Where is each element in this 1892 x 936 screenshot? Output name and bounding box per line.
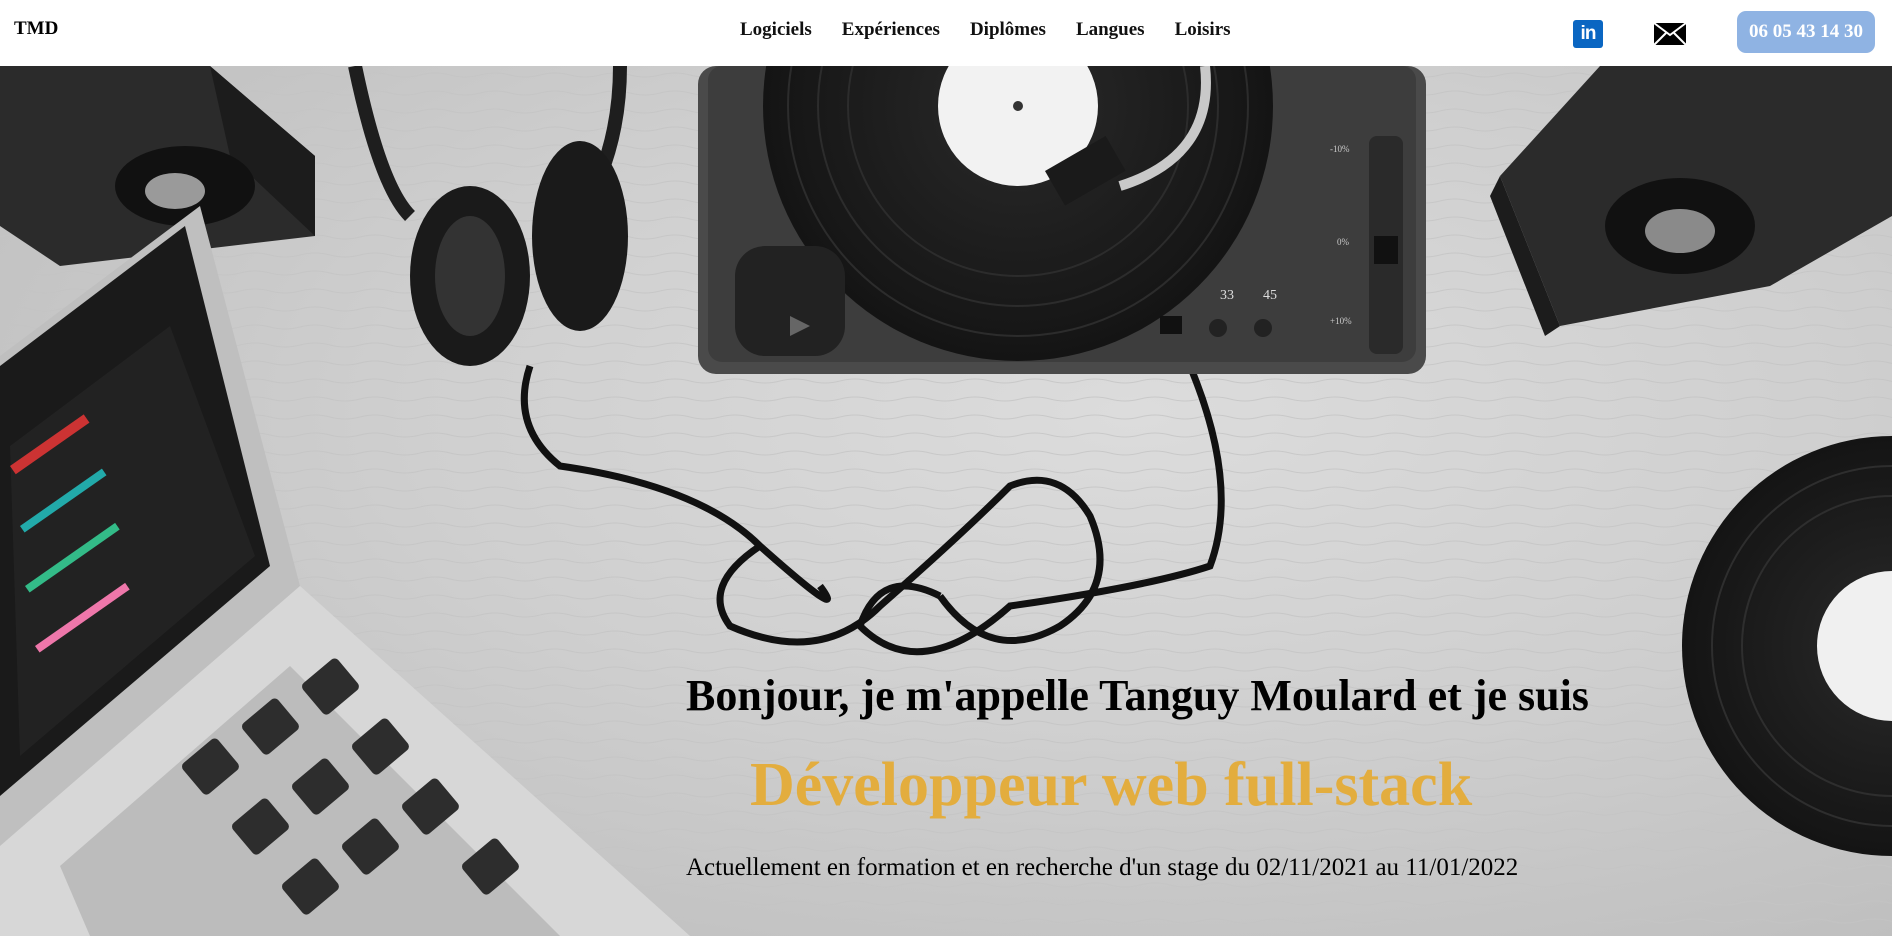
nav-link-diplomes[interactable]: Diplômes xyxy=(970,19,1046,41)
main-nav: Logiciels Expériences Diplômes Langues L… xyxy=(740,19,1231,41)
nav-link-experiences[interactable]: Expériences xyxy=(842,19,940,41)
linkedin-icon[interactable]: in xyxy=(1573,20,1603,48)
nav-link-logiciels[interactable]: Logiciels xyxy=(740,19,812,41)
hero-greeting: Bonjour, je m'appelle Tanguy Moulard et … xyxy=(686,671,1589,720)
mail-icon[interactable] xyxy=(1653,22,1687,46)
nav-link-langues[interactable]: Langues xyxy=(1076,19,1145,41)
hero-text-block: Bonjour, je m'appelle Tanguy Moulard et … xyxy=(0,66,1892,936)
hero-status-text: Actuellement en formation et en recherch… xyxy=(686,854,1519,881)
nav-link-loisirs[interactable]: Loisirs xyxy=(1175,19,1231,41)
hero-section: 33 45 -10% 0% +10% Bonjour, je m'appelle… xyxy=(0,66,1892,936)
top-header: TMD Logiciels Expériences Diplômes Langu… xyxy=(0,0,1892,66)
site-logo[interactable]: TMD xyxy=(14,18,58,40)
phone-button[interactable]: 06 05 43 14 30 xyxy=(1737,11,1875,53)
hero-role-title: Développeur web full-stack xyxy=(750,751,1473,819)
